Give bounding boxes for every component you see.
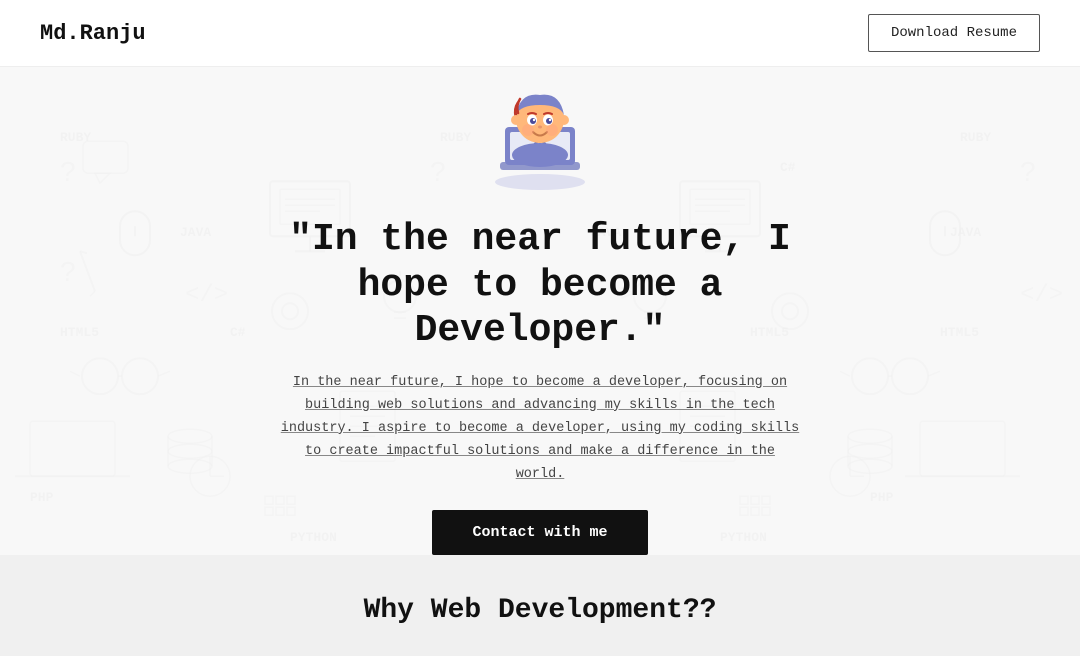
hero-section: RUBY JAVA HTML5 PYTHON PHP RUBY JAVA RUB… (0, 67, 1080, 555)
download-resume-button[interactable]: Download Resume (868, 14, 1040, 52)
svg-text:HTML5: HTML5 (60, 325, 99, 340)
svg-text:PHP: PHP (30, 490, 54, 505)
hero-description: In the near future, I hope to become a d… (280, 372, 800, 487)
svg-text:C#: C# (780, 160, 796, 175)
svg-text:RUBY: RUBY (60, 130, 91, 145)
svg-text:?: ? (1020, 156, 1036, 187)
svg-text:</>: </> (1020, 282, 1063, 309)
svg-text:?: ? (430, 156, 446, 187)
why-title: Why Web Development?? (20, 595, 1060, 626)
hero-character-image: ✦ (470, 67, 610, 207)
svg-text:JAVA: JAVA (180, 225, 211, 240)
logo: Md.Ranju (40, 21, 146, 46)
hero-content: "In the near future, I hope to become a … (220, 217, 860, 555)
bottom-section: Why Web Development?? (0, 555, 1080, 656)
svg-text:?: ? (60, 256, 76, 287)
contact-button[interactable]: Contact with me (432, 510, 647, 555)
svg-text:PHP: PHP (870, 490, 894, 505)
hero-quote: "In the near future, I hope to become a … (240, 217, 840, 354)
svg-text:?: ? (60, 156, 76, 187)
svg-text:RUBY: RUBY (440, 130, 471, 145)
svg-text:RUBY: RUBY (960, 130, 991, 145)
svg-text:HTML5: HTML5 (940, 325, 979, 340)
svg-text:JAVA: JAVA (950, 225, 981, 240)
header: Md.Ranju Download Resume (0, 0, 1080, 67)
